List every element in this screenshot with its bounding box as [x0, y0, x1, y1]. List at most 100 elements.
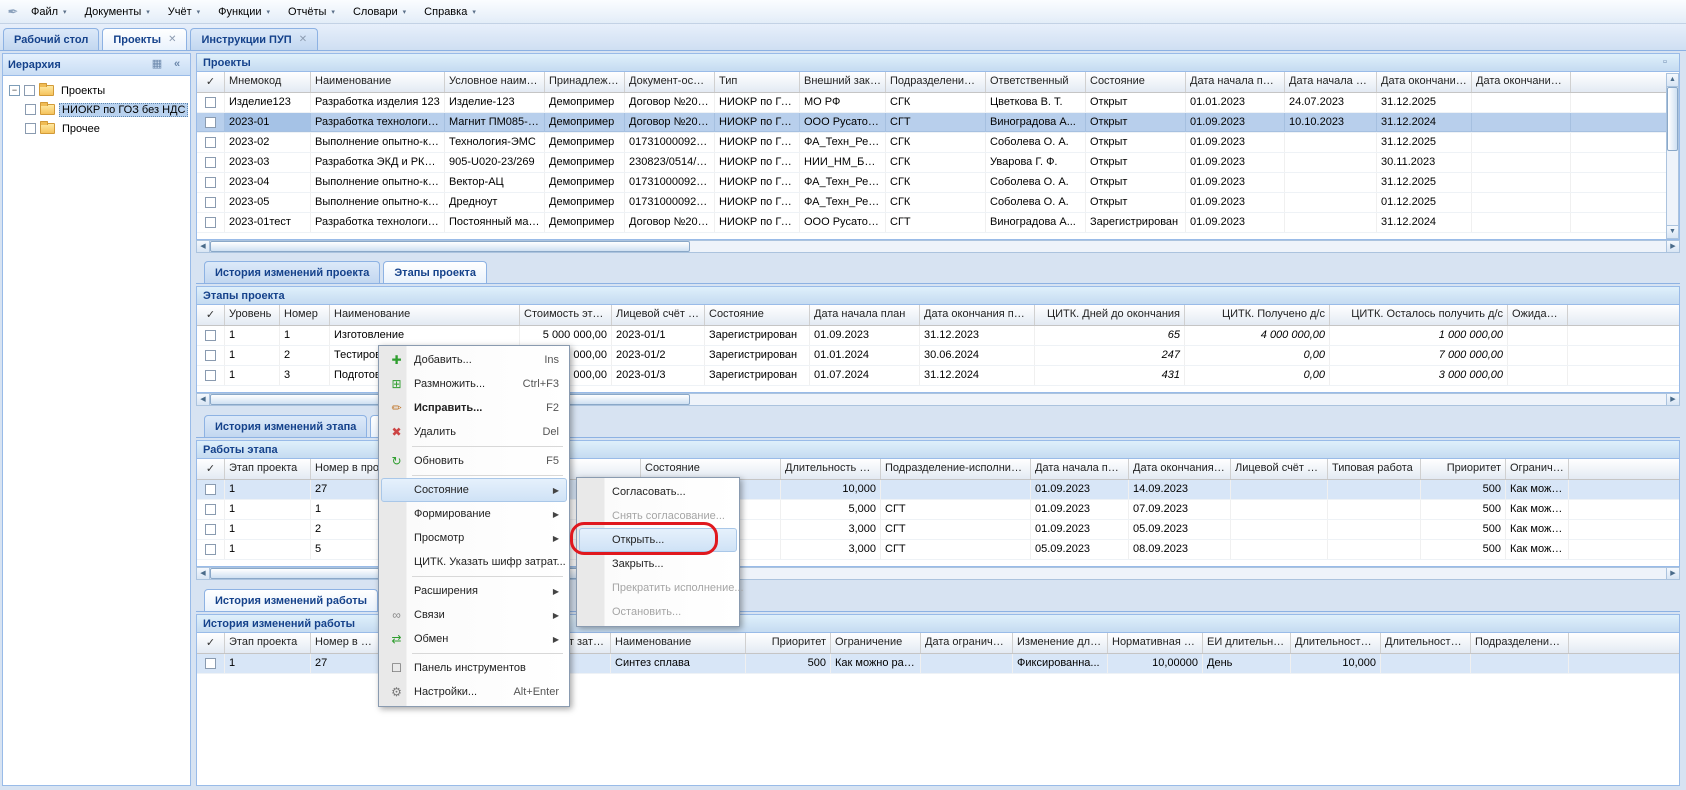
tree-node[interactable]: НИОКР по ГОЗ без НДС — [6, 100, 187, 119]
tree-node[interactable]: − Проекты — [6, 81, 187, 100]
column-header[interactable]: Этап проекта — [225, 459, 311, 479]
column-header[interactable]: ЕИ длительности — [1203, 633, 1291, 653]
tree-node-label[interactable]: Прочее — [59, 122, 103, 136]
column-header[interactable]: Наименование — [611, 633, 746, 653]
column-header[interactable]: ЦИТК. Дней до окончания — [1035, 305, 1185, 325]
menubar-item[interactable]: Документы▾ — [76, 2, 159, 22]
row-checkbox[interactable] — [205, 544, 216, 555]
collapse-panel-icon[interactable]: « — [169, 57, 185, 72]
column-header[interactable]: Длительность план ▼ — [781, 459, 881, 479]
column-header[interactable]: Подразделение-ис... — [1471, 633, 1569, 653]
menubar-item[interactable]: Словари▾ — [344, 2, 415, 22]
menu-item-refresh[interactable]: ↻ОбновитьF5 — [381, 449, 567, 473]
menu-item-delete[interactable]: ✖УдалитьDel — [381, 420, 567, 444]
row-checkbox[interactable] — [205, 350, 216, 361]
tree-checkbox[interactable] — [24, 85, 35, 96]
column-header[interactable]: Дата окончания план — [1129, 459, 1231, 479]
column-header[interactable]: Номер — [280, 305, 330, 325]
column-header[interactable]: Наименование — [330, 305, 520, 325]
tree-expander-icon[interactable]: − — [9, 85, 20, 96]
column-header[interactable]: Дата ограничения — [921, 633, 1013, 653]
column-header[interactable]: Дата начала план. — [1186, 72, 1285, 92]
table-row[interactable]: 2023-05Выполнение опытно-конс...Дредноут… — [197, 193, 1679, 213]
column-header[interactable]: Состояние — [1086, 72, 1186, 92]
scroll-left-icon[interactable]: ◀ — [197, 568, 210, 579]
column-header[interactable]: Документ-основан... — [625, 72, 715, 92]
column-header[interactable]: Ограниче... — [1506, 459, 1569, 479]
tab-pup-instructions[interactable]: Инструкции ПУП✕ — [190, 28, 318, 50]
select-all-column-header[interactable]: ✓ — [197, 633, 225, 653]
menu-item-toolbar-panel[interactable]: ☐Панель инструментов — [381, 656, 567, 680]
column-header[interactable]: Состояние — [705, 305, 810, 325]
menu-item-extensions[interactable]: Расширения▶ — [381, 579, 567, 603]
scroll-left-icon[interactable]: ◀ — [197, 394, 210, 405]
column-header[interactable]: Лицевой счёт затрат — [612, 305, 705, 325]
tab-desktop[interactable]: Рабочий стол — [3, 28, 99, 50]
scroll-thumb[interactable] — [1667, 87, 1678, 151]
table-row[interactable]: Изделие123Разработка изделия 123Изделие-… — [197, 93, 1679, 113]
column-header[interactable]: Длительность фак... — [1381, 633, 1471, 653]
column-header[interactable]: Ожидаемые — [1508, 305, 1568, 325]
menu-item-citk-cost-code[interactable]: ЦИТК. Указать шифр затрат... — [381, 550, 567, 574]
projects-vertical-scrollbar[interactable]: ▲ ▼ — [1666, 73, 1679, 239]
menubar-item[interactable]: Учёт▾ — [159, 2, 209, 22]
row-checkbox[interactable] — [205, 330, 216, 341]
column-header[interactable]: Уровень — [225, 305, 280, 325]
row-checkbox[interactable] — [205, 97, 216, 108]
column-header[interactable]: Дата окончания ф... — [1472, 72, 1571, 92]
column-header[interactable]: Длительность пла... — [1291, 633, 1381, 653]
row-checkbox[interactable] — [205, 217, 216, 228]
menu-item-open[interactable]: Открыть... — [579, 528, 737, 552]
row-checkbox[interactable] — [205, 197, 216, 208]
column-header[interactable]: Дата окончания п... — [1377, 72, 1472, 92]
tree-node-label[interactable]: Проекты — [58, 84, 108, 98]
select-all-column-header[interactable]: ✓ — [197, 72, 225, 92]
menu-item-duplicate[interactable]: ⊞Размножить...Ctrl+F3 — [381, 372, 567, 396]
table-row[interactable]: 2023-04Выполнение опытно-конс...Вектор-А… — [197, 173, 1679, 193]
select-all-column-header[interactable]: ✓ — [197, 459, 225, 479]
hierarchy-tool-icon[interactable]: ▦ — [149, 57, 165, 72]
column-header[interactable]: Мнемокод — [225, 72, 311, 92]
menu-item-links[interactable]: ∞Связи▶ — [381, 603, 567, 627]
tree-node-label[interactable]: НИОКР по ГОЗ без НДС — [59, 103, 188, 117]
panel-tool-icon[interactable]: ▫ — [1657, 55, 1673, 70]
column-header[interactable]: Состояние — [641, 459, 781, 479]
table-row[interactable]: 2023-01тестРазработка технологии и...Пос… — [197, 213, 1679, 233]
menubar-item[interactable]: Файл▾ — [22, 2, 76, 22]
projects-horizontal-scrollbar[interactable]: ◀ ▶ — [196, 240, 1680, 253]
column-header[interactable]: Подразделение-исполнитель... — [881, 459, 1031, 479]
scroll-thumb[interactable] — [210, 241, 690, 252]
row-checkbox[interactable] — [205, 658, 216, 669]
table-row[interactable]: 2023-03Разработка ЭКД и РКД н...905-U020… — [197, 153, 1679, 173]
row-checkbox[interactable] — [205, 484, 216, 495]
tree-node[interactable]: Прочее — [6, 119, 187, 138]
menubar-item[interactable]: Отчёты▾ — [279, 2, 344, 22]
column-header[interactable]: Изменение длите... — [1013, 633, 1108, 653]
column-header[interactable]: Дата начала план. — [1031, 459, 1129, 479]
row-checkbox[interactable] — [205, 177, 216, 188]
menu-item-exchange[interactable]: ⇄Обмен▶ — [381, 627, 567, 651]
row-checkbox[interactable] — [205, 117, 216, 128]
column-header[interactable]: Типовая работа — [1328, 459, 1421, 479]
menu-item-state[interactable]: Состояние▶ — [381, 478, 567, 502]
column-header[interactable]: ЦИТК. Осталось получить д/с — [1330, 305, 1508, 325]
scroll-right-icon[interactable]: ▶ — [1666, 241, 1679, 252]
tab-stage-history[interactable]: История изменений этапа — [204, 415, 367, 437]
tab-close-icon[interactable]: ✕ — [299, 34, 307, 45]
menu-item-add[interactable]: ✚Добавить...Ins — [381, 348, 567, 372]
row-checkbox[interactable] — [205, 370, 216, 381]
column-header[interactable]: ЦИТК. Получено д/с — [1185, 305, 1330, 325]
tree-checkbox[interactable] — [25, 104, 36, 115]
scroll-right-icon[interactable]: ▶ — [1666, 568, 1679, 579]
column-header[interactable]: Дата окончания план — [920, 305, 1035, 325]
column-header[interactable]: Дата начала факт... — [1285, 72, 1377, 92]
menubar-item[interactable]: Функции▾ — [209, 2, 279, 22]
column-header[interactable]: Подразделение-от... — [886, 72, 986, 92]
column-header[interactable]: Лицевой счёт затр... — [1231, 459, 1328, 479]
scroll-right-icon[interactable]: ▶ — [1666, 394, 1679, 405]
column-header[interactable]: Тип — [715, 72, 800, 92]
menu-item-approve[interactable]: Согласовать... — [579, 480, 737, 504]
column-header[interactable]: Условное наименова... — [445, 72, 545, 92]
column-header[interactable]: Дата начала план — [810, 305, 920, 325]
column-header[interactable]: Внешний заказчик — [800, 72, 886, 92]
